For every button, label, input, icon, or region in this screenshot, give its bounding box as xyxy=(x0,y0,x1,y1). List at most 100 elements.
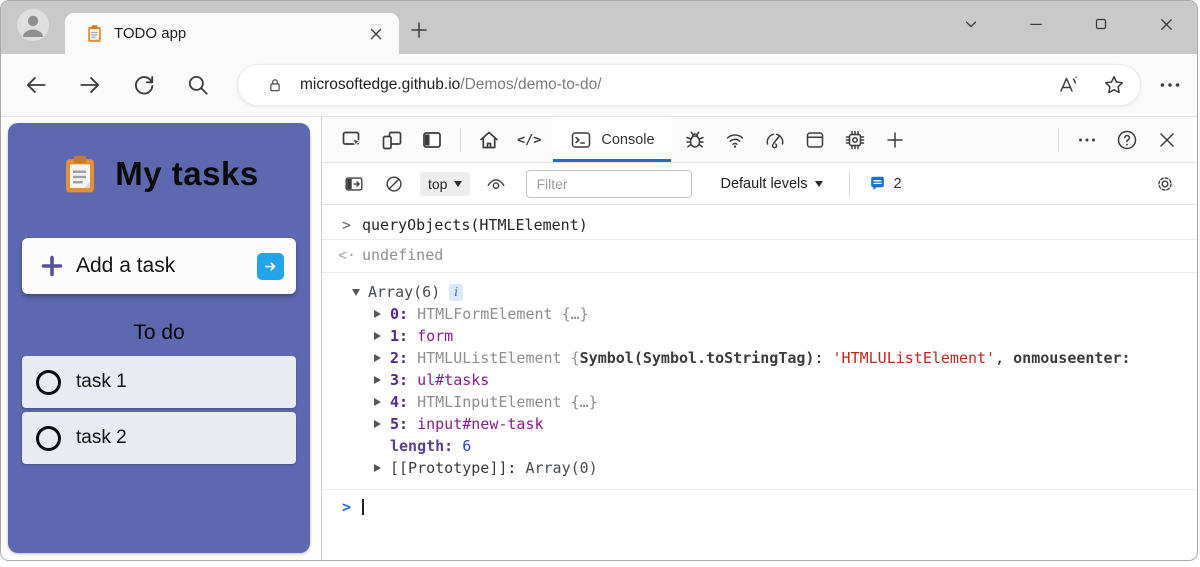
navigation-bar: microsoftedge.github.io/Demos/demo-to-do… xyxy=(1,54,1197,116)
console-row-tree[interactable]: 0: HTMLFormElement {…} xyxy=(322,303,1197,325)
browser-window: TODO app microsoftedge.github.io/Demos/d… xyxy=(0,0,1198,561)
add-task-submit-button[interactable] xyxy=(257,252,284,280)
console-text: 3: xyxy=(390,371,418,389)
forward-icon[interactable] xyxy=(77,72,103,98)
window-close-icon[interactable] xyxy=(1151,11,1181,37)
default-levels-dropdown[interactable]: Default levels xyxy=(714,175,828,193)
disclosure-right-icon[interactable] xyxy=(374,398,381,406)
console-toolbar: top Default levels 2 xyxy=(322,163,1197,205)
tab-close-icon[interactable] xyxy=(365,23,387,45)
help-icon[interactable] xyxy=(1115,128,1139,152)
close-devtools-icon[interactable] xyxy=(1155,128,1179,152)
toolbar-divider xyxy=(848,171,850,196)
javascript-context-selector[interactable]: top xyxy=(420,171,471,196)
console-row-tree[interactable]: [[Prototype]]: Array(0) xyxy=(322,457,1197,479)
console-settings-gear-icon[interactable] xyxy=(1154,173,1176,195)
console-output[interactable]: > queryObjects(HTMLElement) <· undefined Arr… xyxy=(322,205,1197,560)
clipboard-favicon xyxy=(85,24,104,43)
settings-more-icon[interactable] xyxy=(1157,72,1183,98)
tab-strip: TODO app xyxy=(1,1,1197,54)
task-label: task 1 xyxy=(76,371,127,392)
window-menu-chevron-icon[interactable] xyxy=(956,11,986,37)
console-row-tree[interactable]: 5: input#new-task xyxy=(322,413,1197,435)
lock-icon[interactable] xyxy=(266,76,284,94)
console-row-tree[interactable]: 3: ul#tasks xyxy=(322,369,1197,391)
console-text: i xyxy=(449,284,464,301)
more-tools-ellipsis-icon[interactable] xyxy=(1075,128,1099,152)
input-chevron-icon: > xyxy=(342,216,352,234)
console-text: form xyxy=(417,327,454,345)
add-task-label: Add a task xyxy=(76,254,176,277)
memory-chip-icon[interactable] xyxy=(843,128,867,152)
disclosure-right-icon[interactable] xyxy=(374,376,381,384)
disclosure-right-icon[interactable] xyxy=(374,464,381,472)
network-wifi-icon[interactable] xyxy=(723,128,747,152)
issues-counter[interactable]: 2 xyxy=(868,174,902,193)
read-aloud-icon[interactable] xyxy=(1056,73,1080,97)
favorite-star-icon[interactable] xyxy=(1102,73,1126,97)
todo-app-panel: My tasks Add a task To do task 1 task 2 xyxy=(8,123,310,553)
browser-tab[interactable]: TODO app xyxy=(65,13,399,54)
disclosure-right-icon[interactable] xyxy=(374,420,381,428)
console-sidebar-toggle-icon[interactable] xyxy=(343,173,365,195)
debugger-bug-icon[interactable] xyxy=(683,128,707,152)
console-row-tree[interactable]: 2: HTMLUListElement {Symbol(Symbol.toStr… xyxy=(322,347,1197,369)
console-text: length: xyxy=(390,437,463,455)
add-task-field[interactable]: Add a task xyxy=(22,238,296,294)
application-window-icon[interactable] xyxy=(803,128,827,152)
console-row-input: > queryObjects(HTMLElement) xyxy=(322,211,1197,240)
tab-console[interactable]: Console xyxy=(553,117,671,162)
task-checkbox[interactable] xyxy=(36,369,61,395)
toolbar-divider xyxy=(460,127,461,152)
inspect-icon[interactable] xyxy=(340,128,364,152)
profile-avatar[interactable] xyxy=(17,9,49,41)
activity-bar-icon[interactable] xyxy=(420,128,444,152)
console-row-tree[interactable]: Array(6) i xyxy=(322,281,1197,303)
back-icon[interactable] xyxy=(23,72,49,98)
device-emulation-icon[interactable] xyxy=(380,128,404,152)
task-row[interactable]: task 1 xyxy=(22,356,296,408)
source-code-icon[interactable]: </> xyxy=(517,132,541,148)
disclosure-right-icon[interactable] xyxy=(374,332,381,340)
disclosure-right-icon[interactable] xyxy=(374,310,381,318)
return-value-icon: <· xyxy=(338,246,357,264)
console-text: HTMLFormElement {…} xyxy=(417,305,589,323)
filter-input[interactable] xyxy=(526,169,693,198)
task-checkbox[interactable] xyxy=(36,425,61,451)
toolbar-divider xyxy=(1058,127,1059,152)
console-text: 5: xyxy=(390,415,418,433)
console-row-tree[interactable]: 1: form xyxy=(322,325,1197,347)
app-title: My tasks xyxy=(115,155,259,192)
url-text[interactable]: microsoftedge.github.io/Demos/demo-to-do… xyxy=(300,76,1034,94)
console-row-tree[interactable]: length: 6 xyxy=(322,435,1197,457)
devtools-panel: </> Console top Filter Default levels 2 … xyxy=(321,117,1197,560)
console-glyph-icon xyxy=(569,128,593,152)
chevron-down-icon xyxy=(814,180,823,187)
add-tools-plus-icon[interactable] xyxy=(883,128,907,152)
tab-console-label: Console xyxy=(601,131,655,148)
window-content: My tasks Add a task To do task 1 task 2 … xyxy=(1,116,1197,560)
welcome-home-icon[interactable] xyxy=(477,128,501,152)
address-bar[interactable]: microsoftedge.github.io/Demos/demo-to-do… xyxy=(237,64,1141,106)
refresh-icon[interactable] xyxy=(131,72,157,98)
text-cursor xyxy=(362,499,364,515)
console-text: , xyxy=(995,349,1014,367)
clear-console-icon[interactable] xyxy=(383,173,405,195)
console-text: 6 xyxy=(462,437,472,455)
console-text: Array(0) xyxy=(525,459,598,477)
chevron-down-icon xyxy=(454,180,463,187)
minimize-icon[interactable] xyxy=(1021,11,1051,37)
new-tab-icon[interactable] xyxy=(407,18,431,42)
console-text: 'HTMLUListElement' xyxy=(832,349,996,367)
console-row-tree[interactable]: 4: HTMLInputElement {…} xyxy=(322,391,1197,413)
maximize-icon[interactable] xyxy=(1086,11,1116,37)
console-text: 4: xyxy=(390,393,418,411)
disclosure-down-icon[interactable] xyxy=(352,289,360,296)
disclosure-right-icon[interactable] xyxy=(374,354,381,362)
performance-gauge-icon[interactable] xyxy=(763,128,787,152)
task-row[interactable]: task 2 xyxy=(22,412,296,464)
live-expression-eye-icon[interactable] xyxy=(485,173,507,195)
search-icon[interactable] xyxy=(185,72,211,98)
plus-icon xyxy=(40,254,64,278)
context-label: top xyxy=(428,175,448,192)
